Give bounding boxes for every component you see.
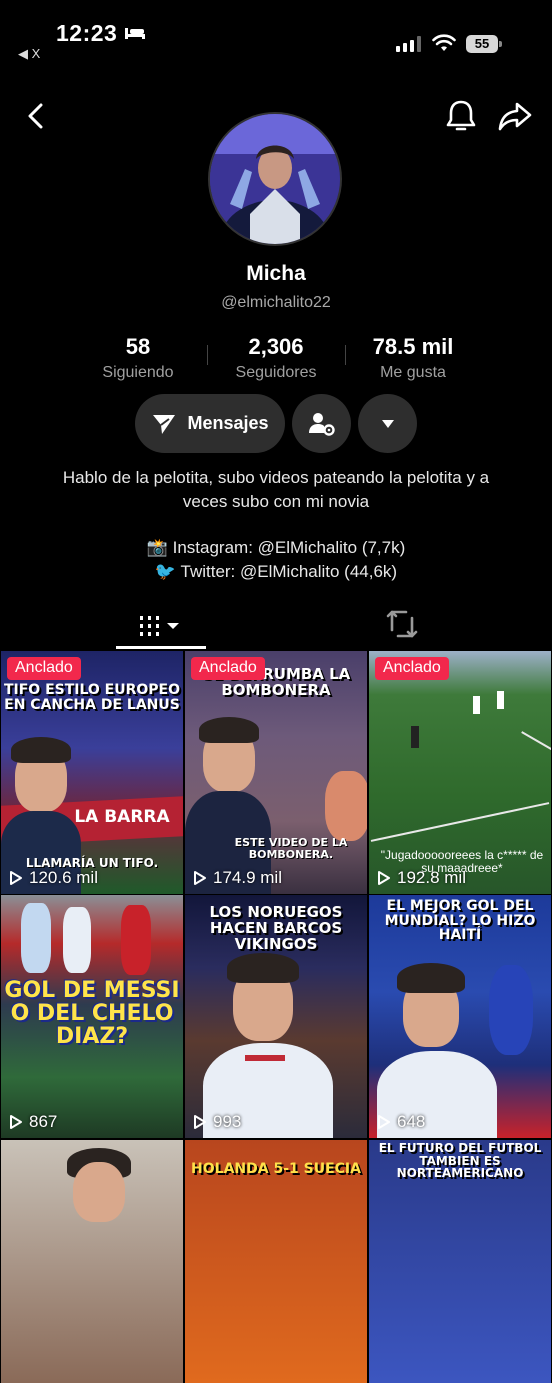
signal-icon	[396, 36, 421, 52]
battery-level: 55	[466, 35, 498, 53]
video-title: EL MEJOR GOL DEL MUNDIAL? LO HIZO HAITÍ	[384, 898, 536, 944]
play-icon	[378, 1115, 390, 1129]
paper-plane-icon	[153, 414, 176, 434]
video-tile[interactable]: SE DERRUMBA LA BOMBONERA ESTE VIDEO DE L…	[185, 651, 367, 894]
stat-likes-label: Me gusta	[380, 364, 446, 381]
video-title: EL FUTURO DEL FUTBOL TAMBIEN ES NORTEAME…	[378, 1141, 542, 1181]
avatar-photo	[210, 114, 340, 244]
play-icon	[378, 871, 390, 885]
video-tile[interactable]: HOLANDA 5-1 SUECIA	[185, 1140, 367, 1383]
video-title: GOL DE MESSI O DEL CHELO DIAZ?	[4, 978, 180, 1050]
stat-following-value: 58	[125, 334, 151, 359]
play-icon	[194, 871, 206, 885]
video-tile[interactable]: "Jugadoooooreees la c***** de su maaadre…	[369, 651, 551, 894]
bird-emoji-icon: 🐦	[154, 562, 177, 581]
social-twitter-text: Twitter: @ElMichalito (44,6k)	[180, 562, 398, 581]
message-button-label: Mensajes	[187, 413, 269, 433]
play-icon	[10, 1115, 22, 1129]
tab-videos[interactable]	[116, 606, 206, 646]
stat-followers[interactable]: 2,306 Seguidores	[201, 334, 351, 382]
stat-following-label: Siguiendo	[102, 364, 174, 381]
video-tile[interactable]	[1, 1140, 183, 1383]
video-view-count: 192.8 mil	[397, 868, 466, 887]
bed-icon	[125, 28, 145, 39]
video-views: 867	[9, 1112, 57, 1132]
share-arrow-icon[interactable]	[496, 98, 534, 134]
social-twitter: 🐦 Twitter: @ElMichalito (44,6k)	[40, 562, 512, 582]
social-instagram: 📸 Instagram: @ElMichalito (7,7k)	[40, 538, 512, 558]
stat-followers-label: Seguidores	[235, 364, 317, 381]
stat-followers-value: 2,306	[248, 334, 304, 359]
video-tile[interactable]: LOS NORUEGOS HACEN BARCOS VIKINGOS 993	[185, 895, 367, 1138]
play-icon	[10, 871, 22, 885]
more-options-button[interactable]	[358, 394, 417, 453]
stat-following[interactable]: 58 Siguiendo	[63, 334, 213, 382]
video-views: 993	[193, 1112, 241, 1132]
bell-icon[interactable]	[444, 98, 478, 134]
battery-indicator: 55	[466, 35, 502, 53]
user-gear-icon	[308, 412, 335, 436]
camera-emoji-icon: 📸	[146, 538, 168, 557]
avatar[interactable]	[208, 112, 342, 246]
stat-likes-value: 78.5 mil	[372, 334, 454, 359]
video-caption: ESTE VIDEO DE LA BOMBONERA.	[234, 836, 348, 861]
repost-icon[interactable]	[384, 608, 420, 640]
video-title: LOS NORUEGOS HACEN BARCOS VIKINGOS	[209, 903, 343, 953]
video-views: 192.8 mil	[377, 868, 466, 888]
video-title: HOLANDA 5-1 SUECIA	[191, 1161, 361, 1177]
message-button[interactable]: Mensajes	[135, 394, 285, 453]
video-tile[interactable]: EL FUTURO DEL FUTBOL TAMBIEN ES NORTEAME…	[369, 1140, 551, 1383]
video-views: 648	[377, 1112, 425, 1132]
profile-bio: Hablo de la pelotita, subo videos patean…	[62, 468, 490, 511]
video-view-count: 120.6 mil	[29, 868, 98, 887]
stat-likes[interactable]: 78.5 mil Me gusta	[338, 334, 488, 382]
play-icon	[194, 1115, 206, 1129]
user-settings-button[interactable]	[292, 394, 351, 453]
profile-name: Micha	[246, 262, 306, 285]
status-time: 12:23	[56, 20, 118, 46]
video-view-count: 867	[29, 1112, 58, 1131]
video-tile[interactable]: GOL DE MESSI O DEL CHELO DIAZ? 867	[1, 895, 183, 1138]
video-tile[interactable]: EL MEJOR GOL DEL MUNDIAL? LO HIZO HAITÍ …	[369, 895, 551, 1138]
video-title: TIFO ESTILO EUROPEO EN CANCHA DE LANUS	[3, 682, 181, 713]
video-view-count: 174.9 mil	[213, 868, 282, 887]
grid-icon	[140, 616, 179, 636]
video-views: 174.9 mil	[193, 868, 282, 888]
pinned-badge: Anclado	[375, 657, 449, 680]
caret-down-icon	[381, 419, 394, 428]
video-view-count: 993	[213, 1112, 242, 1131]
profile-handle: @elmichalito22	[221, 294, 331, 311]
social-instagram-text: Instagram: @ElMichalito (7,7k)	[172, 538, 406, 557]
chevron-left-icon[interactable]	[22, 100, 50, 132]
pinned-badge: Anclado	[7, 657, 81, 680]
video-view-count: 648	[397, 1112, 426, 1131]
video-tile[interactable]: TIFO ESTILO EUROPEO EN CANCHA DE LANUS L…	[1, 651, 183, 894]
video-views: 120.6 mil	[9, 868, 98, 888]
back-to-app-link[interactable]: ◀ X	[18, 46, 40, 62]
tab-active-indicator	[116, 646, 206, 649]
wifi-icon	[432, 34, 456, 51]
pinned-badge: Anclado	[191, 657, 265, 680]
video-banner: LA BARRA	[74, 807, 170, 827]
